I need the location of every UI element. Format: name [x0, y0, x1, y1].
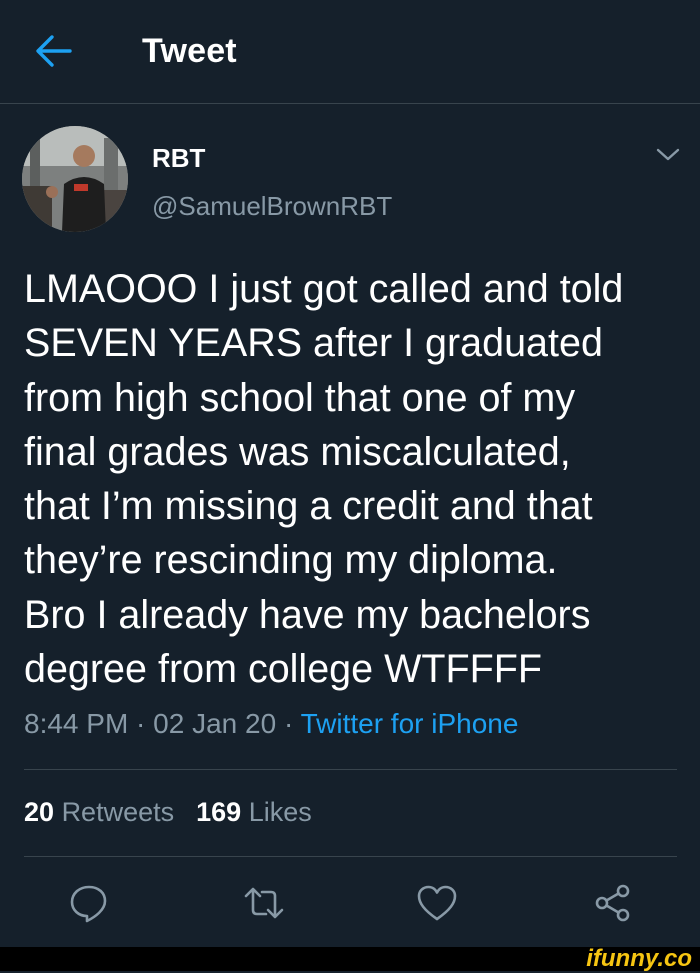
likes-label: Likes — [248, 797, 312, 827]
chevron-down-icon[interactable] — [654, 145, 682, 165]
retweets-stat[interactable]: 20 Retweets — [24, 797, 174, 827]
avatar-photo — [22, 126, 128, 232]
avatar[interactable] — [22, 126, 128, 232]
author-display-name[interactable]: RBT — [152, 143, 205, 174]
divider — [24, 769, 677, 770]
meta-separator: · — [128, 708, 154, 739]
likes-stat[interactable]: 169 Likes — [196, 797, 312, 827]
retweet-icon[interactable] — [243, 882, 285, 924]
tweet-stats: 20 Retweets 169 Likes — [24, 797, 312, 828]
likes-count: 169 — [196, 797, 242, 827]
tweet-date: 02 Jan 20 — [153, 708, 277, 739]
retweets-count: 20 — [24, 797, 55, 827]
like-icon[interactable] — [416, 882, 458, 924]
divider — [24, 856, 677, 857]
retweets-label: Retweets — [61, 797, 175, 827]
top-bar: Tweet — [0, 0, 700, 104]
page-title: Tweet — [142, 32, 237, 70]
arrow-left-icon[interactable] — [34, 33, 74, 69]
share-icon[interactable] — [592, 882, 634, 924]
tweet-text: LMAOOO I just got called and told SEVEN … — [24, 267, 624, 692]
tweet-source-link[interactable]: Twitter for iPhone — [301, 708, 519, 739]
reply-icon[interactable] — [68, 882, 110, 924]
tweet-meta: 8:44 PM · 02 Jan 20 · Twitter for iPhone — [24, 708, 518, 740]
author-handle[interactable]: @SamuelBrownRBT — [152, 191, 392, 222]
ifunny-watermark: ifunny.co — [586, 945, 692, 972]
tweet-time: 8:44 PM — [24, 708, 129, 739]
watermark-strip: ifunny.co — [0, 945, 700, 972]
meta-separator: · — [276, 708, 301, 739]
